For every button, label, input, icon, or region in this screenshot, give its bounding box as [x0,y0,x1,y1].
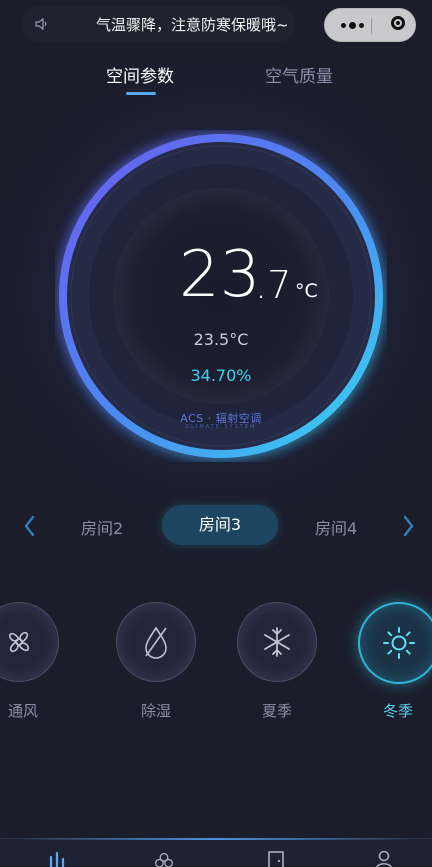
temperature-dial: 23 .7 °C 23.5°C 34.70% ACS · 辐射空调 CLIMAT… [55,130,387,462]
mode-button[interactable] [237,602,317,682]
close-icon[interactable] [391,16,405,30]
mode-label: 除湿 [140,702,171,720]
capsule-divider [371,18,372,34]
temperature-unit: °C [295,280,318,302]
mode-label: 通风 [7,702,38,720]
notice-text: 气温骤降，注意防寒保暖哦~ [96,16,289,34]
speaker-icon [35,17,47,31]
dehumidify-icon [145,626,167,659]
bottom-nav [0,838,432,867]
more-icon[interactable] [341,22,364,29]
mode-winter[interactable]: 冬季 [358,602,432,732]
brand-logo-subtitle: CLIMATE SYSTEM [185,424,257,430]
top-tabs: 空间参数 空气质量 [0,62,432,102]
mode-button-active[interactable] [358,602,432,684]
mode-label: 夏季 [261,702,292,720]
snowflake-icon [264,627,290,657]
mode-ventilation[interactable]: 通风 [0,602,59,732]
tab-air-quality[interactable]: 空气质量 [265,62,333,87]
mode-label: 冬季 [382,702,413,720]
stats-icon[interactable] [47,851,67,867]
mode-button[interactable] [0,602,59,682]
notice-bar: 气温骤降，注意防寒保暖哦~ [22,6,296,42]
tab-underline [126,92,156,95]
current-temperature-decimal: .7 [255,263,292,307]
chevron-right-icon[interactable] [402,515,416,537]
bottom-nav-glow [12,838,420,840]
room-item[interactable]: 房间4 [315,515,357,539]
chevron-left-icon[interactable] [22,515,36,537]
sun-icon [383,627,415,659]
room-selector: 房间2 房间3 房间4 [0,505,432,547]
humidity-value: 34.70% [190,366,252,385]
mode-button[interactable] [116,602,196,682]
fan-icon [8,631,30,653]
door-icon[interactable] [266,851,286,867]
mode-summer[interactable]: 夏季 [237,602,317,732]
room-item-active[interactable]: 房间3 [162,505,278,545]
room-item[interactable]: 房间2 [81,515,123,539]
tab-space-params[interactable]: 空间参数 [106,62,174,87]
mode-dehumidify[interactable]: 除湿 [116,602,196,732]
set-temperature: 23.5°C [193,330,249,349]
user-icon[interactable] [374,851,394,867]
clover-icon[interactable] [154,851,174,867]
mini-program-capsule[interactable] [324,8,416,42]
